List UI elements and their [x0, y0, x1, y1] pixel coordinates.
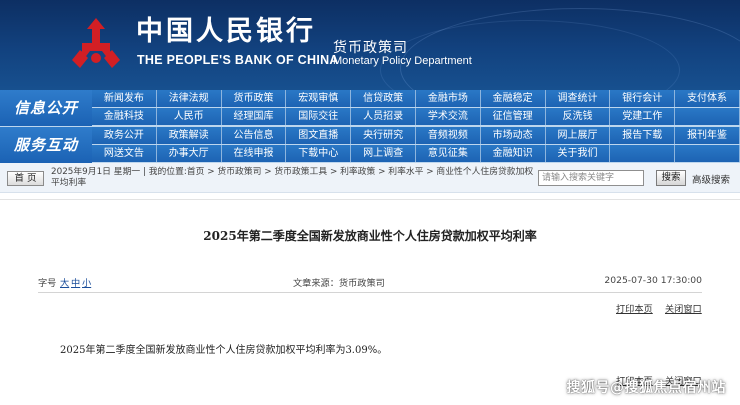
nav-item[interactable]: 公告信息 [221, 127, 287, 144]
font-size-small-link[interactable]: 小 [82, 275, 91, 289]
nav-item [675, 108, 740, 125]
nav-item[interactable]: 图文直播 [286, 127, 352, 144]
nav-item[interactable]: 人员招录 [351, 108, 416, 125]
article-title: 2025年第二季度全国新发放商业性个人住房贷款加权平均利率 [203, 229, 537, 243]
nav-row: 网送文告 办事大厅 在线申报 下载中心 网上调查 意见征集 金融知识 关于我们 [92, 145, 740, 163]
article-source: 文章来源：货币政策司 [293, 278, 385, 289]
nav-grid: 新闻发布 法律法规 货币政策 宏观审慎 信贷政策 金融市场 金融稳定 调查统计 … [92, 90, 740, 163]
article-meta: 字号 大 中 小 文章来源：货币政策司 2025-07-30 17:30:00 [38, 275, 702, 289]
nav-item[interactable]: 反洗钱 [545, 108, 611, 125]
nav-item[interactable]: 意见征集 [415, 145, 481, 162]
nav-item[interactable]: 银行会计 [610, 90, 676, 107]
nav-row: 金融科技 人民币 经理国库 国际交往 人员招录 学术交流 征信管理 反洗钱 党建… [92, 108, 740, 126]
nav-item[interactable]: 国际交往 [286, 108, 352, 125]
nav-item[interactable]: 办事大厅 [156, 145, 222, 162]
search-input[interactable] [538, 170, 644, 186]
main-navigation: 信息公开 服务互动 新闻发布 法律法规 货币政策 宏观审慎 信贷政策 金融市场 … [0, 90, 740, 163]
bank-name-en: THE PEOPLE'S BANK OF CHINA [137, 53, 339, 67]
divider [38, 292, 702, 293]
nav-section-label: 信息公开 [0, 90, 92, 126]
nav-item[interactable]: 调查统计 [545, 90, 611, 107]
bank-name-cn: 中国人民银行 [136, 16, 316, 47]
nav-section-label: 服务互动 [0, 127, 92, 163]
nav-item[interactable]: 在线申报 [221, 145, 287, 162]
nav-item[interactable]: 征信管理 [480, 108, 546, 125]
utility-bar: 首 页 2025年9月1日 星期一 | 我的位置:首页 > 货币政策司 > 货币… [0, 163, 740, 193]
font-size-label: 字号 [38, 278, 57, 289]
nav-item[interactable]: 学术交流 [415, 108, 481, 125]
nav-item[interactable]: 下载中心 [286, 145, 352, 162]
nav-item[interactable]: 网送文告 [92, 145, 157, 162]
nav-item[interactable]: 政策解读 [156, 127, 222, 144]
header-banner: 中国人民银行 THE PEOPLE'S BANK OF CHINA 货币政策司 … [0, 0, 740, 90]
nav-item[interactable]: 音频视频 [415, 127, 481, 144]
font-size-large-link[interactable]: 大 [60, 275, 69, 289]
nav-item[interactable]: 网上展厅 [545, 127, 611, 144]
nav-item[interactable]: 金融知识 [480, 145, 546, 162]
nav-item[interactable]: 党建工作 [610, 108, 676, 125]
watermark: 搜狐号@搜狐焦点宿州站 [566, 380, 726, 396]
nav-row: 政务公开 政策解读 公告信息 图文直播 央行研究 音频视频 市场动态 网上展厅 … [92, 127, 740, 145]
department-name-cn: 货币政策司 [333, 40, 408, 56]
nav-item[interactable]: 政务公开 [92, 127, 157, 144]
nav-item[interactable]: 金融科技 [92, 108, 157, 125]
nav-item [610, 145, 676, 162]
nav-item[interactable]: 支付体系 [675, 90, 740, 107]
print-page-link[interactable]: 打印本页 [616, 301, 653, 315]
article-panel: 2025年第二季度全国新发放商业性个人住房贷款加权平均利率 字号 大 中 小 文… [0, 199, 740, 405]
nav-item[interactable]: 网上调查 [351, 145, 416, 162]
nav-item[interactable]: 信贷政策 [351, 90, 416, 107]
nav-item[interactable]: 央行研究 [351, 127, 416, 144]
nav-item[interactable]: 金融稳定 [480, 90, 546, 107]
home-button[interactable]: 首 页 [7, 171, 44, 186]
search-button[interactable]: 搜索 [656, 170, 686, 186]
nav-item[interactable]: 法律法规 [156, 90, 222, 107]
font-size-medium-link[interactable]: 中 [71, 275, 80, 289]
department-name-en: Monetary Policy Department [333, 55, 472, 67]
nav-row: 新闻发布 法律法规 货币政策 宏观审慎 信贷政策 金融市场 金融稳定 调查统计 … [92, 90, 740, 108]
article-date: 2025-07-30 17:30:00 [604, 275, 702, 286]
page: 中国人民银行 THE PEOPLE'S BANK OF CHINA 货币政策司 … [0, 0, 740, 405]
breadcrumb: 2025年9月1日 星期一 | 我的位置:首页 > 货币政策司 > 货币政策工具… [51, 167, 534, 188]
nav-item[interactable]: 经理国库 [221, 108, 287, 125]
nav-item[interactable]: 货币政策 [221, 90, 287, 107]
nav-item[interactable]: 报刊年鉴 [675, 127, 740, 144]
nav-item[interactable]: 宏观审慎 [286, 90, 352, 107]
advanced-search-link[interactable]: 高级搜索 [692, 172, 730, 186]
nav-item[interactable]: 新闻发布 [92, 90, 157, 107]
close-window-link[interactable]: 关闭窗口 [665, 301, 702, 315]
nav-item[interactable]: 市场动态 [480, 127, 546, 144]
nav-item[interactable]: 金融市场 [415, 90, 481, 107]
nav-item[interactable]: 报告下载 [610, 127, 676, 144]
article-body: 2025年第二季度全国新发放商业性个人住房贷款加权平均利率为3.09%。 [60, 345, 388, 356]
nav-item[interactable]: 关于我们 [545, 145, 611, 162]
nav-item[interactable]: 人民币 [156, 108, 222, 125]
nav-item [675, 145, 740, 162]
pboc-emblem-icon [72, 18, 120, 68]
